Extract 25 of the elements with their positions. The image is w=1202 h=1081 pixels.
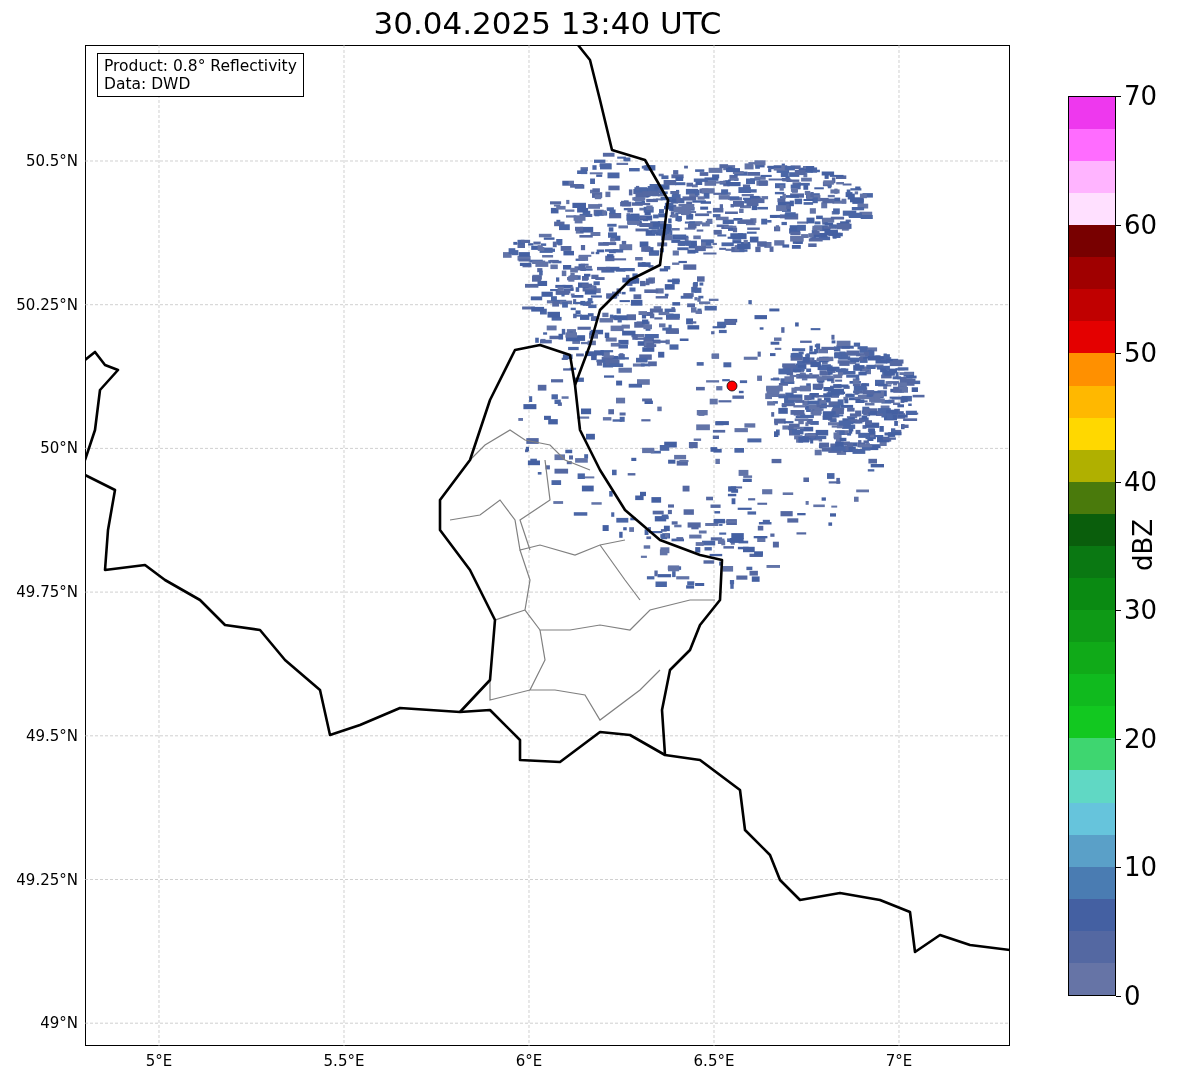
figure-title: 30.04.2025 13:40 UTC — [373, 4, 722, 42]
latitude-tick-label: 49.25°N — [16, 870, 78, 889]
colorbar-tick-label: 40 — [1124, 466, 1158, 497]
radar-site-marker — [726, 380, 738, 392]
latitude-tick-label: 50.5°N — [25, 152, 78, 170]
latitude-tick-label: 49.5°N — [25, 726, 78, 745]
colorbar-tick-label: 70 — [1124, 81, 1158, 111]
info-text: Product: 0.8° Reflectivity — [104, 57, 297, 75]
colorbar-tick-label: 50 — [1124, 338, 1158, 369]
longitude-tick-label: 6°E — [515, 1052, 543, 1070]
latitude-tick-label: 49.75°N — [16, 583, 78, 602]
colorbar-axis-label: dBZ — [1128, 518, 1159, 572]
longitude-tick-label: 5.5°E — [323, 1052, 365, 1070]
longitude-tick-label: 6.5°E — [693, 1052, 735, 1070]
latitude-tick-label: 50.25°N — [16, 295, 78, 314]
colorbar-tick-label: 60 — [1124, 209, 1158, 240]
colorbar-tick-label: 30 — [1124, 595, 1158, 626]
info-text: Data: DWD — [104, 75, 192, 93]
colorbar-tick-label: 0 — [1124, 981, 1141, 1011]
colorbar-tick-label: 10 — [1124, 852, 1158, 883]
longitude-tick-label: 7°E — [885, 1052, 913, 1070]
colorbar-tick-label: 20 — [1124, 723, 1158, 754]
longitude-tick-label: 5°E — [145, 1052, 173, 1070]
latitude-tick-label: 49°N — [40, 1014, 78, 1033]
latitude-tick-label: 50°N — [40, 439, 78, 458]
